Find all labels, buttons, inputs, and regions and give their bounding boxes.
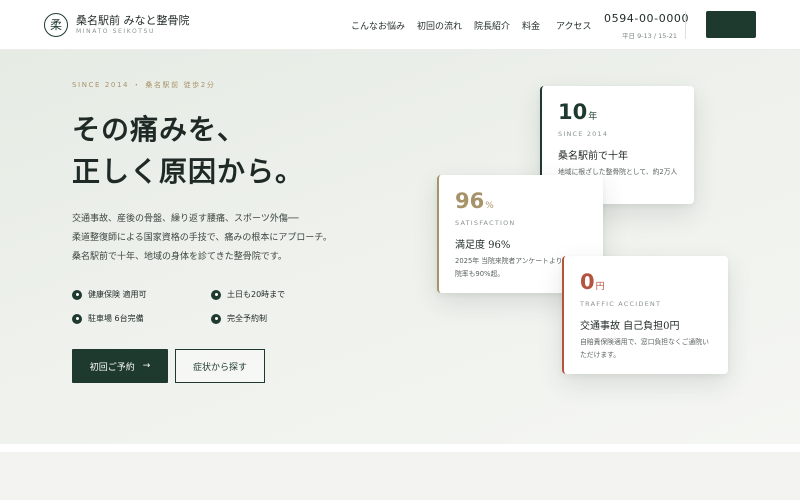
stat-label: SATISFACTION [455,219,516,227]
header-divider [685,11,686,39]
logo-subtitle: MINATO SEIKOTSU [76,28,155,35]
find-by-symptom-button[interactable]: 症状から探す [175,349,265,383]
check-dot-icon [72,289,82,300]
feature-item: 土日も20時まで [211,289,285,300]
check-dot-icon [211,313,221,324]
next-section [0,452,800,500]
stat-number: 10年 [558,100,598,124]
stat-number: 0円 [580,270,605,294]
header-reserve-button[interactable] [706,11,756,38]
site-header: 柔 桑名駅前 みなと整骨院 MINATO SEIKOTSU こんなお悩み 初回の… [0,0,800,50]
stat-title: 交通事故 自己負担0円 [580,321,680,332]
nav-link-concerns[interactable]: こんなお悩み [351,19,405,32]
stat-title: 満足度 96% [455,240,511,251]
hero-description-line1: 交通事故、産後の骨盤、繰り返す腰痛、スポーツ外傷── [72,214,299,224]
hero-eyebrow: SINCE 2014 ・ 桑名駅前 徒歩2分 [72,81,216,89]
stat-label: TRAFFIC ACCIDENT [580,300,662,308]
check-dot-icon [211,289,221,300]
opening-hours: 平日 9-13 / 15-21 [622,32,678,40]
stat-text: 自賠責保険適用で、窓口負担なくご通院い ただけます。 [580,338,709,359]
nav-link-pricing[interactable]: 料金 [522,19,540,32]
first-reservation-button[interactable]: 初回ご予約 → [72,349,168,383]
nav-link-director[interactable]: 院長紹介 [474,19,510,32]
feature-label: 駐車場 6台完備 [88,314,144,323]
stat-card-traffic-accident: 0円 TRAFFIC ACCIDENT 交通事故 自己負担0円 自賠責保険適用で… [562,256,728,374]
stat-text: 2025年 当院来院者アンケートより。 院率も90%超。 [455,257,570,278]
hero-headline-line2: 正しく原因から。 [72,155,305,188]
stat-title: 桑名駅前で十年 [558,151,628,162]
hero-description-line2: 柔道整復師による国家資格の手技で、痛みの根本にアプローチ。 [72,233,332,243]
hero-description-line3: 桑名駅前で十年、地域の身体を診てきた整骨院です。 [72,252,287,262]
arrow-right-icon: → [142,361,151,371]
check-dot-icon [72,313,82,324]
feature-item: 完全予約制 [211,313,267,324]
feature-label: 土日も20時まで [227,290,286,299]
logo-name[interactable]: 桑名駅前 みなと整骨院 [76,12,190,28]
feature-item: 駐車場 6台完備 [72,313,144,324]
nav-link-first-visit[interactable]: 初回の流れ [417,19,462,32]
stat-label: SINCE 2014 [558,130,609,138]
feature-label: 健康保険 適用可 [88,290,147,299]
feature-item: 健康保険 適用可 [72,289,147,300]
nav-link-access[interactable]: アクセス [556,19,592,32]
first-reservation-label: 初回ご予約 [89,362,135,373]
feature-label: 完全予約制 [227,314,267,323]
phone-number[interactable]: 0594-00-0000 [604,12,689,25]
section-gap [0,444,800,452]
hero-headline-line1: その痛みを、 [72,113,247,146]
logo-icon[interactable]: 柔 [44,13,68,37]
stat-number: 96% [455,189,494,213]
